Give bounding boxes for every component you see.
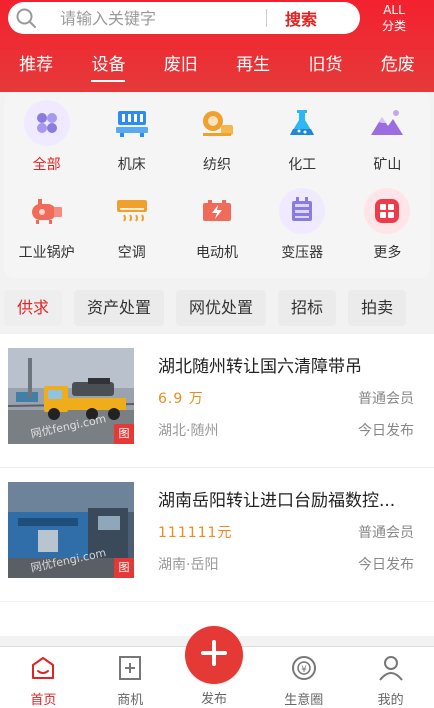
listing-title: 湖北随州转让国六清障带吊	[158, 357, 362, 377]
flower-icon	[23, 100, 70, 146]
tab-equipment[interactable]: 设备	[72, 46, 144, 86]
nav-mine[interactable]: 我的	[347, 647, 434, 708]
category-machine-tool[interactable]: 机床	[89, 100, 174, 174]
publish-time: 今日发布	[358, 423, 414, 439]
plus-icon	[200, 639, 228, 671]
machine-tool-icon	[109, 100, 155, 146]
tab-scrap[interactable]: 废旧	[145, 46, 217, 86]
category-label: 矿山	[373, 157, 402, 173]
listing-price: 6.9 万	[158, 391, 204, 407]
publish-label: 发布	[200, 692, 227, 707]
nav-label: 首页	[30, 693, 57, 708]
filter-wangyou-disposal[interactable]: 网优处置	[176, 290, 267, 326]
boiler-icon	[24, 188, 70, 234]
svg-text:¥: ¥	[301, 665, 307, 675]
filter-asset-disposal[interactable]: 资产处置	[74, 290, 165, 326]
textile-icon	[194, 100, 240, 146]
category-panel: 全部 机床 纺织 化工 矿山 工业锅炉 空调 电动机 变压器 更多	[4, 92, 430, 278]
category-label: 化工	[288, 157, 317, 173]
search-divider	[266, 9, 267, 27]
category-industrial-boiler[interactable]: 工业锅炉	[4, 188, 89, 262]
listing-location: 湖南·岳阳	[158, 557, 219, 573]
category-electric-motor[interactable]: 电动机	[174, 188, 259, 262]
listing-image: 网优fengi.com 图	[8, 348, 134, 444]
tab-used-goods[interactable]: 旧货	[289, 46, 361, 86]
nav-label: 生意圈	[284, 693, 324, 708]
tab-recommend[interactable]: 推荐	[0, 46, 72, 86]
filter-auction[interactable]: 拍卖	[348, 290, 407, 326]
listing-title: 湖南岳阳转让进口台励福数控...	[158, 491, 396, 511]
yuan-circle-icon: ¥	[290, 655, 318, 685]
battery-icon	[194, 188, 240, 234]
category-label: 机床	[117, 157, 146, 173]
category-chemical[interactable]: 化工	[260, 100, 345, 174]
category-air-conditioner[interactable]: 空调	[89, 188, 174, 262]
business-icon	[116, 655, 144, 685]
listing-price: 111111元	[158, 525, 233, 541]
filter-supply-demand[interactable]: 供求	[4, 290, 63, 326]
tab-hazardous-waste[interactable]: 危废	[362, 46, 434, 86]
header: 搜索 ALL 分类 推荐 设备 废旧 再生 旧货 危废	[0, 0, 434, 92]
member-level: 普通会员	[358, 391, 414, 407]
list-item[interactable]: 网优fengi.com 图 湖北随州转让国六清障带吊 6.9 万 普通会员 湖北…	[0, 334, 434, 468]
member-level: 普通会员	[358, 525, 414, 541]
category-all[interactable]: 全部	[4, 100, 89, 174]
home-icon	[29, 655, 57, 685]
search-bar[interactable]: 搜索	[8, 2, 360, 34]
nav-home[interactable]: 首页	[0, 647, 87, 708]
user-icon	[377, 655, 405, 685]
list-item[interactable]: 网优fengi.com 图 湖南岳阳转让进口台励福数控... 111111元 普…	[0, 468, 434, 602]
nav-business[interactable]: 商机	[87, 647, 174, 708]
category-textile[interactable]: 纺织	[174, 100, 259, 174]
nav-business-circle[interactable]: ¥ 生意圈	[260, 647, 347, 708]
mountain-icon	[364, 100, 410, 146]
publish-button[interactable]	[185, 626, 243, 684]
category-grid: 全部 机床 纺织 化工 矿山 工业锅炉 空调 电动机 变压器 更多	[4, 100, 430, 262]
category-label: 变压器	[281, 245, 324, 261]
category-more[interactable]: 更多	[345, 188, 430, 262]
category-label: 更多	[373, 245, 402, 261]
category-label: 纺织	[202, 157, 231, 173]
image-tag: 图	[114, 558, 134, 578]
category-transformer[interactable]: 变压器	[260, 188, 345, 262]
filter-chips: 供求 资产处置 网优处置 招标 拍卖	[0, 290, 434, 326]
category-label: 工业锅炉	[18, 245, 75, 261]
listing-location: 湖北·随州	[158, 423, 219, 439]
category-label: 全部	[32, 157, 61, 173]
more-grid-icon	[364, 188, 411, 234]
category-label: 空调	[117, 245, 146, 261]
nav-label: 我的	[377, 693, 404, 708]
all-categories-button[interactable]: ALL 分类	[372, 2, 416, 34]
all-categories-line2: 分类	[381, 19, 406, 33]
transformer-icon	[279, 188, 326, 234]
publish-time: 今日发布	[358, 557, 414, 573]
category-tabs: 推荐 设备 废旧 再生 旧货 危废	[0, 46, 434, 86]
listing-image: 网优fengi.com 图	[8, 482, 134, 578]
flask-icon	[279, 100, 325, 146]
category-label: 电动机	[195, 245, 238, 261]
all-categories-line1: ALL	[383, 3, 405, 17]
search-input[interactable]	[44, 3, 244, 33]
air-conditioner-icon	[109, 188, 155, 234]
listing-list: 网优fengi.com 图 湖北随州转让国六清障带吊 6.9 万 普通会员 湖北…	[0, 334, 434, 636]
search-button[interactable]: 搜索	[285, 6, 317, 30]
tab-recycled[interactable]: 再生	[217, 46, 289, 86]
filter-tender[interactable]: 招标	[278, 290, 337, 326]
category-mining[interactable]: 矿山	[345, 100, 430, 174]
nav-label: 商机	[117, 693, 144, 708]
image-tag: 图	[114, 424, 134, 444]
search-icon	[8, 2, 44, 34]
